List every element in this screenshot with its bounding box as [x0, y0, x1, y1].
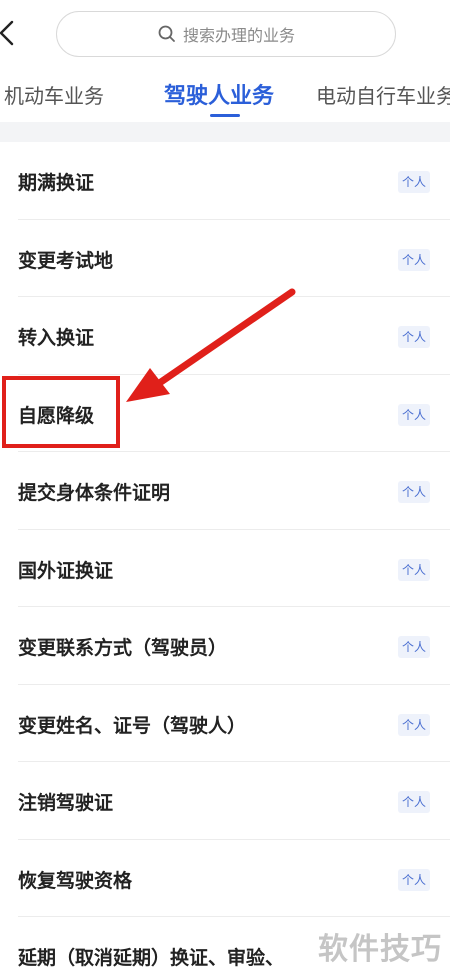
item-label: 延期（取消延期）换证、审验、	[18, 947, 285, 969]
tab-vehicle-business[interactable]: 机动车业务	[4, 80, 104, 109]
list-item[interactable]: 国外证换证 个人	[0, 530, 450, 607]
item-label: 自愿降级	[18, 404, 95, 427]
list-item[interactable]: 期满换证 个人	[0, 142, 450, 220]
personal-badge: 个人	[398, 636, 430, 658]
personal-badge: 个人	[398, 248, 430, 271]
active-tab-indicator	[210, 114, 240, 117]
personal-badge: 个人	[398, 868, 430, 891]
list-item[interactable]: 恢复驾驶资格 个人	[0, 840, 450, 917]
item-label: 国外证换证	[18, 559, 114, 582]
personal-badge: 个人	[398, 403, 430, 426]
item-label: 注销驾驶证	[18, 792, 114, 814]
list-item[interactable]: 转入换证 个人	[0, 297, 450, 375]
category-tabs: 机动车业务 驾驶人业务 电动自行车业务	[0, 66, 450, 122]
personal-badge: 个人	[398, 713, 430, 736]
personal-badge: 个人	[398, 481, 430, 503]
personal-badge: 个人	[398, 558, 430, 581]
personal-badge: 个人	[398, 171, 430, 193]
item-label: 期满换证	[18, 172, 95, 194]
chevron-left-icon	[0, 20, 14, 46]
item-label: 恢复驾驶资格	[18, 869, 133, 892]
list-item[interactable]: 变更姓名、证号（驾驶人） 个人	[0, 685, 450, 762]
item-label: 转入换证	[18, 327, 95, 349]
search-input[interactable]: 搜索办理的业务	[56, 11, 396, 57]
personal-badge: 个人	[398, 326, 430, 348]
list-item[interactable]: 变更考试地 个人	[0, 220, 450, 297]
list-item-voluntary-downgrade[interactable]: 自愿降级 个人	[0, 375, 450, 452]
list-item[interactable]: 变更联系方式（驾驶员） 个人	[0, 607, 450, 685]
item-label: 变更考试地	[18, 249, 114, 272]
tab-ebike-business[interactable]: 电动自行车业务	[316, 80, 450, 109]
list-item[interactable]: 延期（取消延期）换证、审验、	[0, 917, 450, 975]
back-button[interactable]	[0, 16, 20, 50]
item-label: 提交身体条件证明	[18, 482, 171, 504]
tab-driver-business[interactable]: 驾驶人业务	[164, 78, 274, 110]
top-bar: 搜索办理的业务	[0, 0, 450, 66]
section-gap	[0, 122, 450, 142]
item-label: 变更联系方式（驾驶员）	[18, 637, 228, 659]
search-icon	[157, 24, 177, 44]
personal-badge: 个人	[398, 791, 430, 813]
list-item[interactable]: 提交身体条件证明 个人	[0, 452, 450, 530]
item-label: 变更姓名、证号（驾驶人）	[18, 714, 247, 737]
business-list: 期满换证 个人 变更考试地 个人 转入换证 个人 自愿降级 个人 提交身体条件证…	[0, 142, 450, 975]
search-placeholder: 搜索办理的业务	[182, 26, 295, 45]
list-item[interactable]: 注销驾驶证 个人	[0, 762, 450, 840]
